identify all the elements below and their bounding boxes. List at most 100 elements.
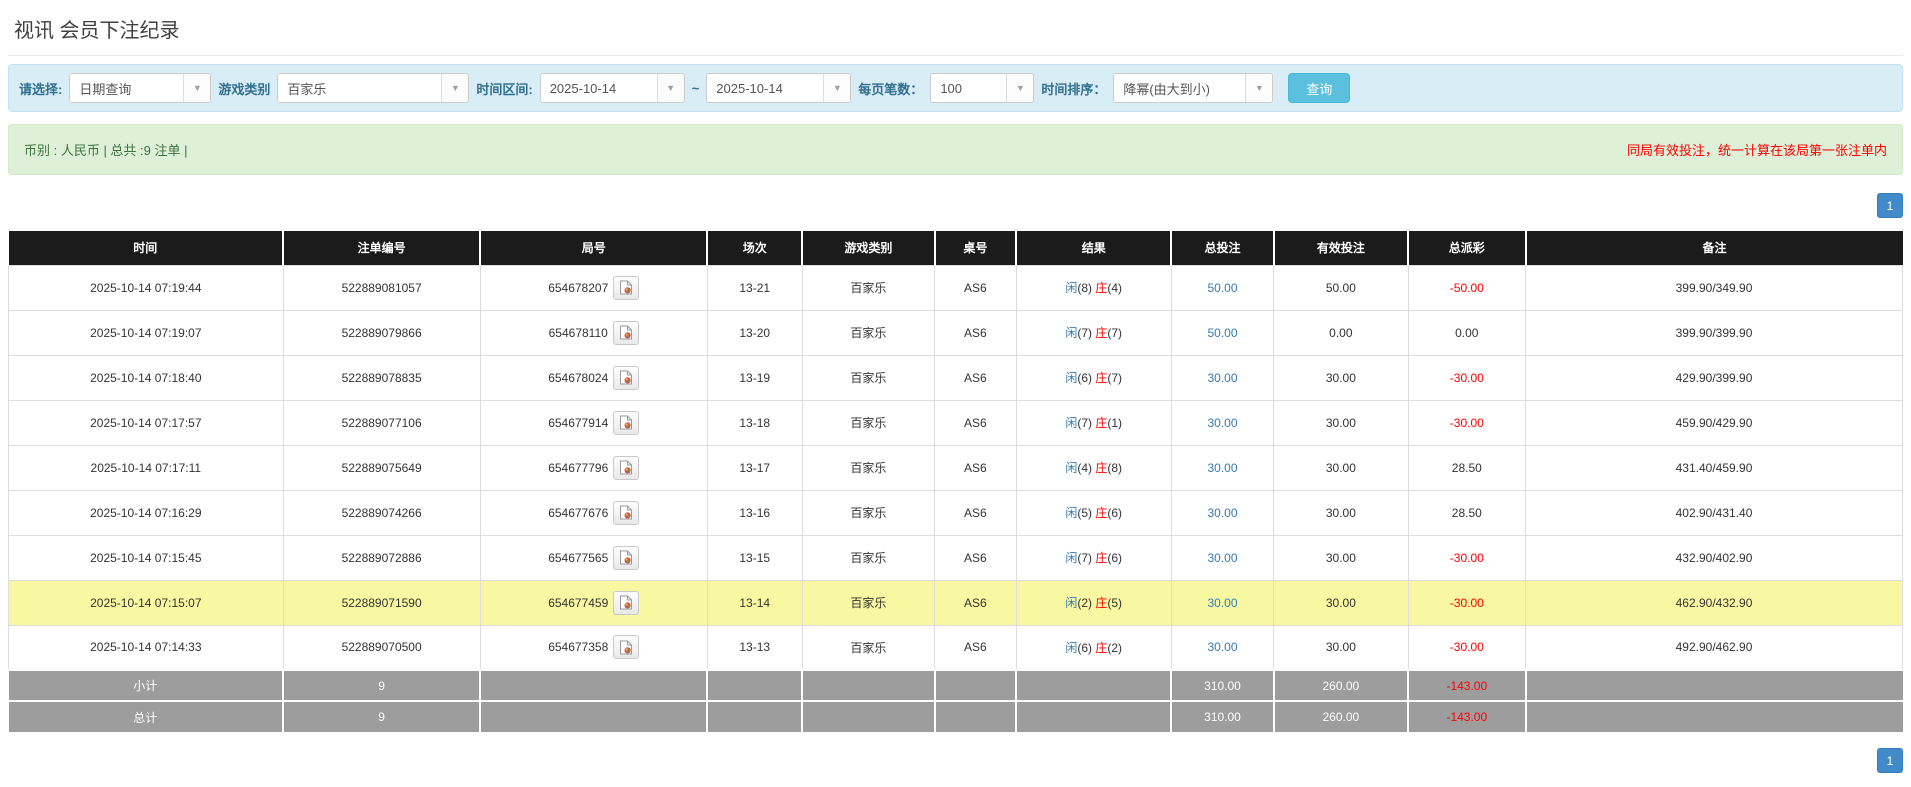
column-header: 注单编号 bbox=[283, 231, 480, 265]
total-bet-link[interactable]: 50.00 bbox=[1207, 326, 1237, 340]
cell-payout: 0.00 bbox=[1408, 310, 1525, 355]
cell-bet-id: 522889074266 bbox=[283, 490, 480, 535]
player-result: 闲 bbox=[1065, 551, 1077, 565]
cell-result: 闲(7) 庄(1) bbox=[1016, 400, 1171, 445]
page: 视讯 会员下注纪录 请选择: 日期查询 ▼ 游戏类别 百家乐 ▼ 时间区间: 2… bbox=[0, 0, 1911, 773]
total-bet-link[interactable]: 30.00 bbox=[1207, 640, 1237, 654]
round-number: 654677358 bbox=[548, 640, 608, 654]
cell-table-no: AS6 bbox=[935, 625, 1016, 670]
round-number: 654678207 bbox=[548, 281, 608, 295]
cell-table-no: AS6 bbox=[935, 535, 1016, 580]
cell-game-type: 百家乐 bbox=[802, 310, 935, 355]
banker-result: 庄 bbox=[1095, 551, 1107, 565]
game-result-icon[interactable] bbox=[613, 276, 639, 300]
pagination-top: 1 bbox=[8, 193, 1903, 218]
round-number: 654678024 bbox=[548, 371, 608, 385]
cell-valid-bet: 30.00 bbox=[1274, 580, 1408, 625]
query-type-select[interactable]: 日期查询 ▼ bbox=[69, 73, 211, 103]
game-result-glyph bbox=[619, 505, 633, 520]
cell-time: 2025-10-14 07:14:33 bbox=[9, 625, 284, 670]
game-result-icon[interactable] bbox=[613, 456, 639, 480]
cell-bet-id: 522889070500 bbox=[283, 625, 480, 670]
filter-bar: 请选择: 日期查询 ▼ 游戏类别 百家乐 ▼ 时间区间: 2025-10-14 … bbox=[8, 64, 1903, 112]
summary-valid-bet: 260.00 bbox=[1274, 701, 1408, 732]
cell-bet-id: 522889071590 bbox=[283, 580, 480, 625]
round-wrap: 654678207 bbox=[548, 276, 639, 300]
query-type-value: 日期查询 bbox=[70, 74, 183, 102]
total-bet-link[interactable]: 30.00 bbox=[1207, 461, 1237, 475]
player-result: 闲 bbox=[1065, 596, 1077, 610]
total-bet-link[interactable]: 30.00 bbox=[1207, 506, 1237, 520]
game-result-glyph bbox=[619, 325, 633, 340]
page-button-1[interactable]: 1 bbox=[1877, 748, 1903, 773]
summary-count: 9 bbox=[283, 670, 480, 701]
player-result: 闲 bbox=[1065, 326, 1077, 340]
cell-table-no: AS6 bbox=[935, 445, 1016, 490]
cell-result: 闲(5) 庄(6) bbox=[1016, 490, 1171, 535]
chevron-down-icon: ▼ bbox=[1245, 74, 1272, 102]
round-wrap: 654678110 bbox=[549, 321, 639, 345]
summary-count: 9 bbox=[283, 701, 480, 732]
cell-bet-id: 522889079866 bbox=[283, 310, 480, 355]
summary-payout: -143.00 bbox=[1408, 701, 1525, 732]
game-result-icon[interactable] bbox=[613, 635, 639, 659]
page-button-1[interactable]: 1 bbox=[1877, 193, 1903, 218]
date-to-select[interactable]: 2025-10-14 ▼ bbox=[706, 73, 851, 103]
cell-remark: 459.90/429.90 bbox=[1526, 400, 1903, 445]
round-number: 654677676 bbox=[548, 506, 608, 520]
summary-result bbox=[1016, 670, 1171, 701]
cell-time: 2025-10-14 07:17:11 bbox=[9, 445, 284, 490]
game-result-icon[interactable] bbox=[613, 411, 639, 435]
cell-session: 13-19 bbox=[707, 355, 802, 400]
total-bet-link[interactable]: 30.00 bbox=[1207, 596, 1237, 610]
sort-order-select[interactable]: 降幂(由大到小) ▼ bbox=[1113, 73, 1273, 103]
page-size-select[interactable]: 100 ▼ bbox=[930, 73, 1034, 103]
cell-session: 13-15 bbox=[707, 535, 802, 580]
banker-result: 庄 bbox=[1095, 506, 1107, 520]
summary-bar: 币别 : 人民币 | 总共 :9 注单 | 同局有效投注，统一计算在该局第一张注… bbox=[8, 124, 1903, 175]
game-result-icon[interactable] bbox=[613, 321, 639, 345]
cell-round: 654677676 bbox=[480, 490, 707, 535]
date-from-select[interactable]: 2025-10-14 ▼ bbox=[540, 73, 685, 103]
summary-round bbox=[480, 701, 707, 732]
total-bet-link[interactable]: 50.00 bbox=[1207, 281, 1237, 295]
total-bet-link[interactable]: 30.00 bbox=[1207, 416, 1237, 430]
cell-round: 654677796 bbox=[480, 445, 707, 490]
summary-remark bbox=[1526, 701, 1903, 732]
cell-table-no: AS6 bbox=[935, 310, 1016, 355]
round-number: 654677459 bbox=[548, 596, 608, 610]
cell-game-type: 百家乐 bbox=[802, 265, 935, 310]
cell-valid-bet: 30.00 bbox=[1274, 535, 1408, 580]
game-result-icon[interactable] bbox=[613, 366, 639, 390]
game-result-icon[interactable] bbox=[613, 501, 639, 525]
page-title: 视讯 会员下注纪录 bbox=[14, 14, 1897, 43]
total-bet-link[interactable]: 30.00 bbox=[1207, 371, 1237, 385]
banker-result: 庄 bbox=[1095, 281, 1107, 295]
game-result-glyph bbox=[619, 595, 633, 610]
game-result-icon[interactable] bbox=[613, 591, 639, 615]
game-result-glyph bbox=[619, 640, 633, 655]
total-bet-link[interactable]: 30.00 bbox=[1207, 551, 1237, 565]
cell-remark: 432.90/402.90 bbox=[1526, 535, 1903, 580]
column-header: 桌号 bbox=[935, 231, 1016, 265]
game-type-select[interactable]: 百家乐 ▼ bbox=[277, 73, 469, 103]
summary-row: 总计9310.00260.00-143.00 bbox=[9, 701, 1903, 732]
banker-result: 庄 bbox=[1095, 596, 1107, 610]
bet-records-table: 时间注单编号局号场次游戏类别桌号结果总投注有效投注总派彩备注 2025-10-1… bbox=[8, 231, 1903, 732]
sort-order-label: 时间排序： bbox=[1041, 79, 1106, 98]
game-result-icon[interactable] bbox=[613, 546, 639, 570]
cell-session: 13-21 bbox=[707, 265, 802, 310]
round-wrap: 654677796 bbox=[548, 456, 639, 480]
table-header: 时间注单编号局号场次游戏类别桌号结果总投注有效投注总派彩备注 bbox=[9, 231, 1903, 265]
summary-total-bet: 310.00 bbox=[1171, 670, 1273, 701]
sort-order-value: 降幂(由大到小) bbox=[1114, 74, 1245, 102]
cell-valid-bet: 30.00 bbox=[1274, 445, 1408, 490]
column-header: 有效投注 bbox=[1274, 231, 1408, 265]
round-number: 654677565 bbox=[548, 551, 608, 565]
date-to-value: 2025-10-14 bbox=[707, 74, 823, 102]
cell-round: 654677459 bbox=[480, 580, 707, 625]
player-result: 闲 bbox=[1065, 416, 1077, 430]
currency-total-text: 币别 : 人民币 | 总共 :9 注单 | bbox=[24, 140, 188, 159]
search-button[interactable]: 查询 bbox=[1288, 73, 1350, 103]
game-result-glyph bbox=[619, 460, 633, 475]
